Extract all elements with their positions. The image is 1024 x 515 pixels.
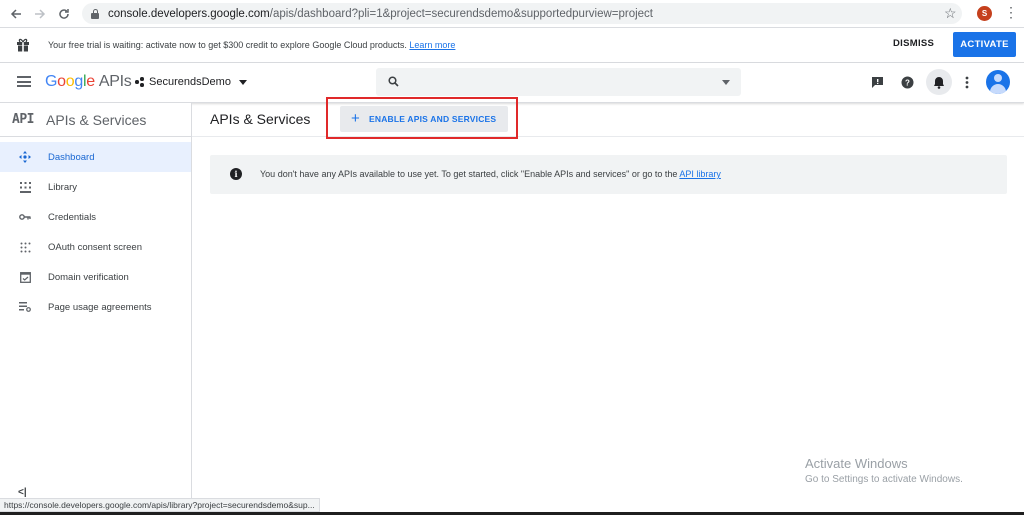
free-trial-banner: Your free trial is waiting: activate now… <box>0 28 1024 63</box>
search-input[interactable] <box>408 72 708 92</box>
sidebar-item-domain-verification[interactable]: Domain verification <box>0 262 191 292</box>
sidebar: API APIs & Services Dashboard Library Cr… <box>0 103 192 515</box>
search-bar[interactable] <box>376 68 741 96</box>
learn-more-link[interactable]: Learn more <box>409 40 455 50</box>
reload-icon[interactable] <box>52 2 76 26</box>
dashboard-icon <box>19 151 31 163</box>
collapse-sidebar-icon[interactable]: <| <box>18 487 27 498</box>
forward-arrow-icon[interactable] <box>28 2 52 26</box>
domain-verification-icon <box>19 271 31 283</box>
profile-avatar[interactable]: S <box>977 6 992 21</box>
help-icon[interactable]: ? <box>900 75 914 89</box>
key-icon <box>19 211 31 223</box>
page-title: APIs & Services <box>210 111 311 127</box>
info-message-text: You don't have any APIs available to use… <box>260 169 678 179</box>
api-logo-icon: API <box>12 112 34 127</box>
sidebar-item-label: Domain verification <box>48 271 129 283</box>
sidebar-item-library[interactable]: Library <box>0 172 191 202</box>
watermark-title: Activate Windows <box>805 456 908 471</box>
address-bar[interactable]: console.developers.google.com/apis/dashb… <box>82 3 962 24</box>
chevron-down-icon <box>238 79 247 85</box>
bookmark-star-icon[interactable]: ☆ <box>944 5 957 22</box>
annotation-highlight-box <box>326 97 518 139</box>
sidebar-item-label: OAuth consent screen <box>48 241 142 253</box>
back-arrow-icon[interactable] <box>4 2 28 26</box>
sidebar-item-label: Dashboard <box>48 151 95 163</box>
project-selector[interactable]: SecurendsDemo <box>135 76 247 88</box>
feedback-icon[interactable] <box>870 75 884 89</box>
sidebar-item-label: Page usage agreements <box>48 301 152 313</box>
sidebar-title: APIs & Services <box>45 111 147 128</box>
browser-menu-icon[interactable]: ⋮ <box>1004 4 1018 21</box>
sidebar-header: API APIs & Services <box>0 103 191 137</box>
info-message: i You don't have any APIs available to u… <box>210 155 1007 194</box>
gift-icon <box>17 38 29 52</box>
library-icon <box>19 181 31 193</box>
google-apis-logo[interactable]: Google APIs <box>45 73 132 91</box>
url-host: console.developers.google.com <box>108 7 270 20</box>
api-library-link[interactable]: API library <box>679 169 721 179</box>
search-dropdown-icon[interactable] <box>722 80 730 85</box>
more-options-icon[interactable] <box>960 75 974 89</box>
banner-text: Your free trial is waiting: activate now… <box>48 40 407 50</box>
banner-message: Your free trial is waiting: activate now… <box>48 40 455 50</box>
hamburger-menu-icon[interactable] <box>17 76 31 87</box>
project-dots-icon <box>135 77 145 87</box>
sidebar-item-dashboard[interactable]: Dashboard <box>0 142 191 172</box>
sidebar-item-oauth-consent-screen[interactable]: OAuth consent screen <box>0 232 191 262</box>
svg-text:?: ? <box>905 78 910 87</box>
info-icon: i <box>230 168 242 180</box>
oauth-icon <box>19 241 31 253</box>
sidebar-item-credentials[interactable]: Credentials <box>0 202 191 232</box>
sidebar-item-page-usage-agreements[interactable]: Page usage agreements <box>0 292 191 322</box>
activate-button[interactable]: ACTIVATE <box>953 32 1016 57</box>
bell-icon <box>934 76 944 89</box>
info-text: You don't have any APIs available to use… <box>260 169 721 179</box>
sidebar-item-label: Library <box>48 181 78 193</box>
main-header: APIs & Services + ENABLE APIS AND SERVIC… <box>192 103 1024 137</box>
notifications-button[interactable] <box>926 69 952 95</box>
search-icon <box>388 76 399 87</box>
sidebar-item-label: Credentials <box>48 211 97 223</box>
watermark-subtitle: Go to Settings to activate Windows. <box>805 474 963 485</box>
account-avatar[interactable] <box>986 70 1010 94</box>
agreements-icon <box>19 301 31 313</box>
status-bar-url: https://console.developers.google.com/ap… <box>0 498 320 512</box>
project-name: SecurendsDemo <box>149 76 231 88</box>
dismiss-button[interactable]: DISMISS <box>893 38 934 49</box>
url-path: /apis/dashboard?pli=1&project=securendsd… <box>269 7 654 20</box>
browser-toolbar: console.developers.google.com/apis/dashb… <box>0 0 1024 28</box>
lock-icon <box>90 8 100 19</box>
activate-windows-watermark: Activate Windows Go to Settings to activ… <box>805 456 963 485</box>
